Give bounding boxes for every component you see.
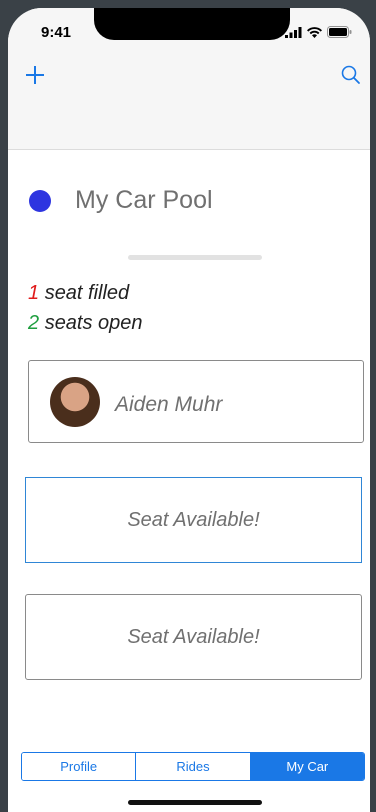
wifi-icon xyxy=(307,27,322,38)
seats-filled-label: seat filled xyxy=(44,282,130,304)
search-button[interactable] xyxy=(340,64,362,86)
status-icons xyxy=(285,26,352,38)
signal-icon xyxy=(285,27,302,38)
tab-rides[interactable]: Rides xyxy=(135,753,250,780)
segmented-tab-bar: Profile Rides My Car xyxy=(21,752,365,781)
open-seat-label: Seat Available! xyxy=(127,508,260,531)
open-seat-card[interactable]: Seat Available! xyxy=(25,594,362,680)
navigation-bar: 9:41 xyxy=(8,8,370,150)
drag-handle[interactable] xyxy=(128,255,262,260)
seats-open-label: seats open xyxy=(44,312,143,334)
seats-open-line: 2 seats open xyxy=(28,312,143,335)
device-notch xyxy=(94,8,290,40)
add-button[interactable] xyxy=(24,64,46,86)
status-time: 9:41 xyxy=(41,24,72,41)
tab-my-car[interactable]: My Car xyxy=(249,753,364,780)
search-icon xyxy=(341,65,360,84)
pool-color-dot xyxy=(29,190,51,212)
open-seat-label: Seat Available! xyxy=(127,625,260,648)
home-indicator[interactable] xyxy=(128,800,262,805)
avatar xyxy=(50,377,100,427)
rider-card[interactable]: Aiden Muhr xyxy=(28,360,364,443)
rider-name: Aiden Muhr xyxy=(115,393,223,416)
phone-screen: 9:41 My Car Pool 1 seat filled 2 seats o… xyxy=(8,8,370,812)
battery-icon xyxy=(327,26,352,38)
seats-filled-line: 1 seat filled xyxy=(28,282,129,305)
seats-open-count: 2 xyxy=(28,312,40,334)
pool-title: My Car Pool xyxy=(75,186,213,214)
seats-filled-count: 1 xyxy=(28,282,40,304)
plus-icon xyxy=(26,66,44,84)
open-seat-card[interactable]: Seat Available! xyxy=(25,477,362,563)
tab-profile[interactable]: Profile xyxy=(22,753,136,780)
